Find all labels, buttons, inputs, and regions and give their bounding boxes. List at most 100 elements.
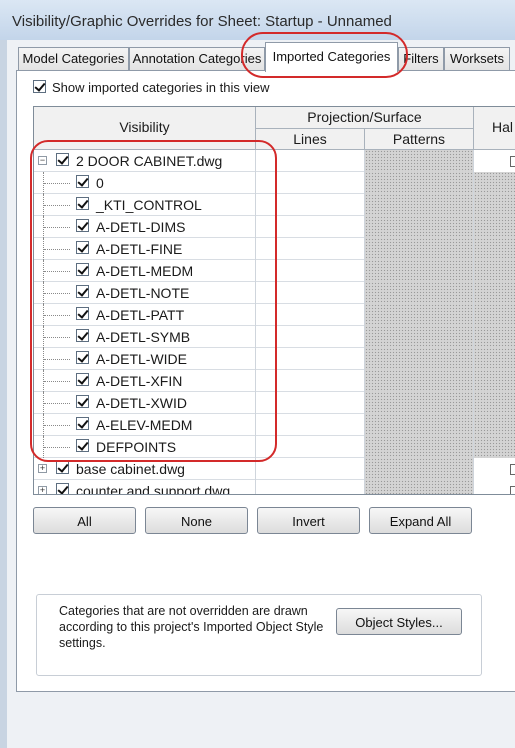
visibility-checkbox[interactable] — [76, 219, 89, 232]
table-row-layer[interactable]: 0 — [34, 172, 515, 194]
lines-cell[interactable] — [256, 480, 365, 494]
none-button[interactable]: None — [145, 507, 248, 534]
visibility-checkbox[interactable] — [76, 395, 89, 408]
visibility-checkbox[interactable] — [76, 351, 89, 364]
patterns-cell[interactable] — [365, 326, 474, 348]
table-row-layer[interactable]: _KTI_CONTROL — [34, 194, 515, 216]
lines-cell[interactable] — [256, 436, 365, 458]
patterns-cell[interactable] — [365, 480, 474, 494]
patterns-cell[interactable] — [365, 194, 474, 216]
table-row-layer[interactable]: A-DETL-PATT — [34, 304, 515, 326]
object-styles-button[interactable]: Object Styles... — [336, 608, 462, 635]
halftone-checkbox[interactable] — [510, 464, 515, 475]
halftone-cell[interactable] — [474, 216, 515, 238]
visibility-checkbox[interactable] — [76, 241, 89, 254]
halftone-cell[interactable] — [474, 260, 515, 282]
visibility-checkbox[interactable] — [76, 285, 89, 298]
table-row-layer[interactable]: A-DETL-XFIN — [34, 370, 515, 392]
table-row-layer[interactable]: A-DETL-MEDM — [34, 260, 515, 282]
lines-cell[interactable] — [256, 150, 365, 172]
patterns-cell[interactable] — [365, 414, 474, 436]
visibility-checkbox[interactable] — [56, 153, 69, 166]
patterns-cell[interactable] — [365, 260, 474, 282]
halftone-cell[interactable] — [474, 414, 515, 436]
table-row-layer[interactable]: A-DETL-DIMS — [34, 216, 515, 238]
lines-cell[interactable] — [256, 458, 365, 480]
visibility-cell: DEFPOINTS — [34, 436, 256, 458]
table-row-layer[interactable]: A-DETL-XWID — [34, 392, 515, 414]
halftone-cell[interactable] — [474, 326, 515, 348]
patterns-cell[interactable] — [365, 392, 474, 414]
patterns-cell[interactable] — [365, 172, 474, 194]
lines-cell[interactable] — [256, 260, 365, 282]
table-row-layer[interactable]: A-DETL-NOTE — [34, 282, 515, 304]
header-halftone[interactable]: Hal — [474, 107, 515, 150]
table-row-layer[interactable]: DEFPOINTS — [34, 436, 515, 458]
halftone-cell[interactable] — [474, 150, 515, 172]
expand-all-button[interactable]: Expand All — [369, 507, 472, 534]
visibility-checkbox[interactable] — [76, 175, 89, 188]
visibility-checkbox[interactable] — [56, 483, 69, 494]
halftone-cell[interactable] — [474, 282, 515, 304]
visibility-checkbox[interactable] — [76, 329, 89, 342]
visibility-checkbox[interactable] — [76, 197, 89, 210]
visibility-checkbox[interactable] — [76, 439, 89, 452]
invert-button[interactable]: Invert — [257, 507, 360, 534]
halftone-cell[interactable] — [474, 480, 515, 494]
patterns-cell[interactable] — [365, 304, 474, 326]
tab-annotation-categories[interactable]: Annotation Categories — [129, 47, 265, 71]
expand-icon[interactable]: + — [38, 464, 47, 473]
lines-cell[interactable] — [256, 282, 365, 304]
tab-imported-categories[interactable]: Imported Categories — [265, 42, 398, 72]
visibility-checkbox[interactable] — [76, 373, 89, 386]
lines-cell[interactable] — [256, 370, 365, 392]
lines-cell[interactable] — [256, 238, 365, 260]
lines-cell[interactable] — [256, 348, 365, 370]
halftone-cell[interactable] — [474, 172, 515, 194]
halftone-cell[interactable] — [474, 458, 515, 480]
table-row-layer[interactable]: A-DETL-SYMB — [34, 326, 515, 348]
table-row-file[interactable]: + counter and support.dwg — [34, 480, 515, 494]
visibility-checkbox[interactable] — [76, 307, 89, 320]
patterns-cell[interactable] — [365, 348, 474, 370]
lines-cell[interactable] — [256, 414, 365, 436]
halftone-checkbox[interactable] — [510, 486, 515, 494]
patterns-cell[interactable] — [365, 238, 474, 260]
halftone-cell[interactable] — [474, 194, 515, 216]
show-imported-checkbox[interactable] — [33, 80, 46, 93]
halftone-cell[interactable] — [474, 392, 515, 414]
table-row-layer[interactable]: A-ELEV-MEDM — [34, 414, 515, 436]
halftone-cell[interactable] — [474, 348, 515, 370]
halftone-cell[interactable] — [474, 238, 515, 260]
lines-cell[interactable] — [256, 326, 365, 348]
collapse-icon[interactable]: − — [38, 156, 47, 165]
patterns-cell[interactable] — [365, 282, 474, 304]
all-button[interactable]: All — [33, 507, 136, 534]
tab-worksets[interactable]: Worksets — [444, 47, 510, 71]
halftone-cell[interactable] — [474, 304, 515, 326]
halftone-cell[interactable] — [474, 370, 515, 392]
patterns-cell[interactable] — [365, 370, 474, 392]
patterns-cell[interactable] — [365, 436, 474, 458]
table-row-file[interactable]: − 2 DOOR CABINET.dwg — [34, 150, 515, 172]
header-visibility[interactable]: Visibility — [34, 107, 256, 150]
table-row-layer[interactable]: A-DETL-FINE — [34, 238, 515, 260]
expand-icon[interactable]: + — [38, 486, 47, 494]
lines-cell[interactable] — [256, 304, 365, 326]
halftone-cell[interactable] — [474, 436, 515, 458]
table-row-file[interactable]: + base cabinet.dwg — [34, 458, 515, 480]
tab-model-categories[interactable]: Model Categories — [18, 47, 129, 71]
patterns-cell[interactable] — [365, 150, 474, 172]
patterns-cell[interactable] — [365, 216, 474, 238]
lines-cell[interactable] — [256, 216, 365, 238]
tab-filters[interactable]: Filters — [398, 47, 444, 71]
halftone-checkbox[interactable] — [510, 156, 515, 167]
visibility-checkbox[interactable] — [56, 461, 69, 474]
lines-cell[interactable] — [256, 194, 365, 216]
lines-cell[interactable] — [256, 172, 365, 194]
table-row-layer[interactable]: A-DETL-WIDE — [34, 348, 515, 370]
visibility-checkbox[interactable] — [76, 263, 89, 276]
patterns-cell[interactable] — [365, 458, 474, 480]
visibility-checkbox[interactable] — [76, 417, 89, 430]
lines-cell[interactable] — [256, 392, 365, 414]
